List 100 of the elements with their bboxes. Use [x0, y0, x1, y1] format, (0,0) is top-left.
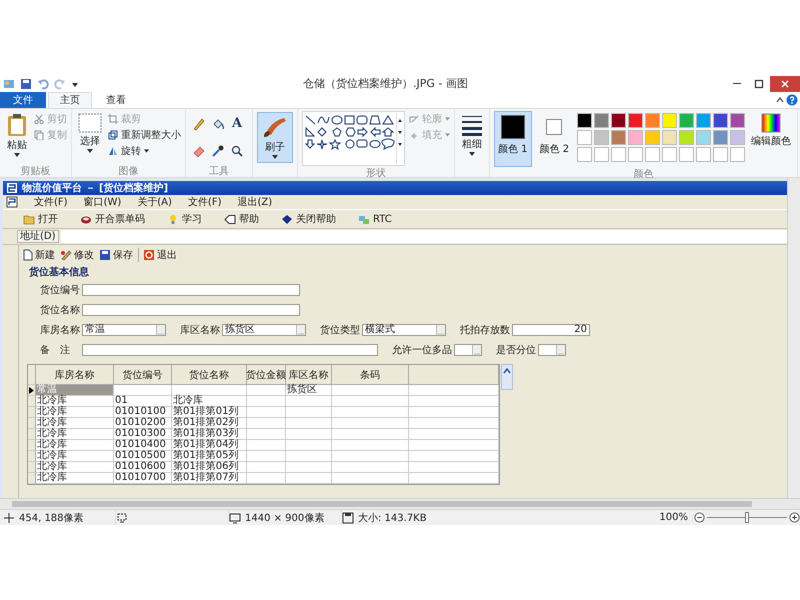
grid-scrollbar[interactable] [501, 364, 513, 390]
edit-colors-button[interactable]: 编辑颜色 [749, 111, 794, 150]
form-toolbar-button[interactable]: 新建 [23, 248, 55, 262]
input-field[interactable] [454, 344, 482, 356]
undo-icon[interactable] [37, 78, 49, 90]
image-action-button[interactable]: 重新调整大小 [108, 128, 181, 142]
color-swatch[interactable] [577, 130, 592, 145]
color-swatch[interactable] [611, 130, 626, 145]
color-swatch[interactable] [696, 147, 712, 162]
form-toolbar-button[interactable]: 修改 [60, 248, 94, 262]
lookup-button[interactable] [436, 325, 445, 335]
input-field[interactable]: 20 [512, 324, 590, 336]
input-field[interactable]: 拣货区 [222, 324, 306, 336]
input-field[interactable] [538, 344, 566, 356]
ribbon-tab[interactable]: 文件 [0, 92, 46, 108]
ribbon-tab[interactable]: 主页 [48, 92, 92, 108]
lookup-button[interactable] [296, 325, 305, 335]
color-swatch[interactable] [594, 130, 610, 145]
column-header[interactable]: 货位编号 [114, 365, 172, 385]
color-swatch[interactable] [679, 147, 694, 162]
color-swatch[interactable] [645, 130, 660, 145]
color-swatch[interactable] [696, 130, 712, 145]
size-button[interactable]: 粗细 [459, 112, 485, 158]
table-cell: 第01排第01列 [172, 407, 247, 418]
color-swatch[interactable] [594, 147, 610, 162]
toolbar-button[interactable]: 开合票单码 [80, 212, 145, 226]
pencil-icon[interactable] [192, 117, 206, 131]
color-swatch[interactable] [577, 147, 592, 162]
color-swatch[interactable] [679, 130, 694, 145]
ribbon-tab[interactable]: 查看 [94, 92, 138, 108]
redo-icon[interactable] [54, 78, 66, 90]
help-icon[interactable] [786, 94, 798, 106]
table-cell [286, 451, 332, 462]
color-swatch[interactable] [594, 113, 610, 128]
menu-item[interactable]: 文件(F) [188, 195, 222, 209]
menu-item[interactable]: 窗口(W) [84, 195, 122, 209]
color-2-button[interactable]: 颜色 2 [536, 111, 574, 167]
color-swatch[interactable] [628, 130, 644, 145]
form-toolbar-button[interactable]: 退出 [138, 248, 177, 262]
table-cell: 第01排第02列 [172, 418, 247, 429]
color-swatch[interactable] [611, 113, 626, 128]
zoom-slider[interactable] [707, 512, 787, 523]
toolbar-button[interactable]: 帮助 [224, 212, 259, 226]
lookup-button[interactable] [472, 345, 481, 355]
color-swatch[interactable] [696, 113, 712, 128]
magnifier-icon[interactable] [230, 144, 244, 158]
color-swatch[interactable] [730, 130, 746, 145]
close-button[interactable] [770, 76, 800, 92]
zoom-in-icon[interactable] [789, 512, 800, 523]
lookup-button[interactable] [556, 345, 565, 355]
color-picker-icon[interactable] [211, 144, 225, 158]
color-swatch[interactable] [628, 147, 644, 162]
color-swatch[interactable] [611, 147, 626, 162]
text-tool-button[interactable]: A [230, 117, 244, 131]
menu-item[interactable]: 退出(Z) [237, 195, 272, 209]
horizontal-scrollbar[interactable] [0, 498, 800, 509]
column-header[interactable]: 条码 [332, 365, 409, 385]
select-button[interactable]: 选择 [76, 111, 104, 155]
menu-item[interactable]: 关于(A) [137, 195, 172, 209]
color-swatch[interactable] [679, 113, 694, 128]
image-action-button[interactable]: 旋转 [108, 144, 181, 158]
toolbar-button[interactable]: 学习 [167, 212, 202, 226]
zoom-slider-thumb[interactable] [745, 512, 749, 523]
paint-app-icon[interactable] [3, 78, 15, 90]
input-field[interactable]: 横梁式 [362, 324, 446, 336]
color-swatch[interactable] [713, 130, 728, 145]
collapse-ribbon-icon[interactable] [776, 96, 784, 104]
color-swatch[interactable] [730, 147, 746, 162]
lookup-button[interactable] [156, 325, 165, 335]
address-field[interactable] [60, 230, 787, 243]
vertical-scrollbar[interactable] [787, 178, 800, 498]
color-swatch[interactable] [645, 113, 660, 128]
input-field[interactable] [82, 344, 378, 356]
input-field[interactable] [82, 304, 300, 316]
column-header[interactable]: 货位金额 [247, 365, 286, 385]
color-swatch[interactable] [662, 113, 678, 128]
form-toolbar-button[interactable]: 保存 [99, 248, 133, 262]
column-header[interactable]: 货位名称 [172, 365, 247, 385]
input-field[interactable]: 常温 [82, 324, 166, 336]
color-1-button[interactable]: 颜色 1 [494, 111, 532, 167]
color-swatch[interactable] [713, 147, 728, 162]
paste-button[interactable]: 粘贴 [4, 111, 30, 159]
color-swatch[interactable] [577, 113, 592, 128]
color-swatch[interactable] [713, 113, 728, 128]
save-icon[interactable] [20, 78, 32, 90]
color-swatch[interactable] [662, 130, 678, 145]
color-swatch[interactable] [645, 147, 660, 162]
color-swatch[interactable] [730, 113, 746, 128]
column-header[interactable]: 库区名称 [286, 365, 332, 385]
menu-item[interactable]: 文件(F) [34, 195, 68, 209]
color-swatch[interactable] [662, 147, 678, 162]
color-swatch[interactable] [628, 113, 644, 128]
brushes-button[interactable]: 刷子 [257, 112, 293, 163]
zoom-out-icon[interactable] [694, 512, 705, 523]
toolbar-button[interactable]: 关闭帮助 [281, 212, 336, 226]
toolbar-button[interactable]: RTC [358, 214, 392, 224]
input-field[interactable] [82, 284, 300, 296]
toolbar-button[interactable]: 打开 [23, 212, 58, 226]
row-header[interactable] [28, 385, 36, 396]
fill-bucket-icon[interactable] [211, 117, 225, 131]
